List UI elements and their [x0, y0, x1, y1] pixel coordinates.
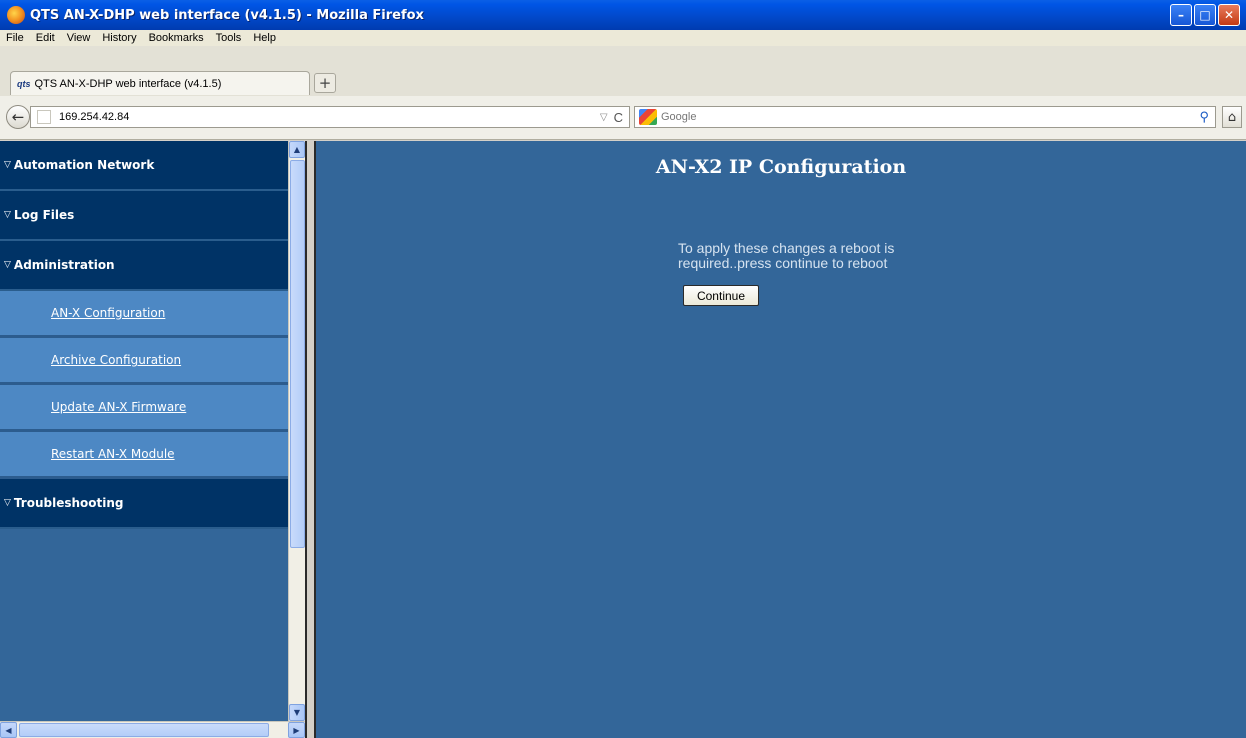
section-log-files[interactable]: ▽ Log Files: [0, 191, 288, 241]
browser-tab[interactable]: qts QTS AN-X-DHP web interface (v4.1.5): [10, 71, 310, 95]
nav-item-archive-configuration: Archive Configuration: [0, 338, 288, 385]
section-troubleshooting[interactable]: ▽ Troubleshooting: [0, 479, 288, 529]
nav-item-restart-module: Restart AN-X Module: [0, 432, 288, 479]
section-label: Administration: [13, 258, 115, 272]
archive-configuration-link[interactable]: Archive Configuration: [51, 353, 181, 367]
url-bar[interactable]: 169.254.42.84 ▽ C: [30, 106, 630, 128]
minimize-button[interactable]: –: [1170, 4, 1192, 26]
update-firmware-link[interactable]: Update AN-X Firmware: [51, 400, 186, 414]
section-administration[interactable]: ▽ Administration: [0, 241, 288, 291]
window-title-bar: QTS AN-X-DHP web interface (v4.1.5) - Mo…: [0, 0, 1246, 30]
menu-edit[interactable]: Edit: [36, 32, 55, 44]
menu-history[interactable]: History: [102, 32, 136, 44]
firefox-icon: [7, 6, 25, 24]
triangle-down-icon: ▽: [4, 260, 11, 270]
anx-configuration-link[interactable]: AN-X Configuration: [51, 306, 165, 320]
menu-file[interactable]: File: [6, 32, 24, 44]
new-tab-button[interactable]: +: [314, 73, 336, 93]
url-text: 169.254.42.84: [59, 111, 130, 123]
section-label: Log Files: [13, 208, 75, 222]
scroll-up-icon[interactable]: ▲: [289, 141, 305, 158]
main-frame: AN-X2 IP Configuration To apply these ch…: [316, 141, 1246, 738]
search-bar[interactable]: Google ⚲: [634, 106, 1216, 128]
nav-item-anx-configuration: AN-X Configuration: [0, 291, 288, 338]
navigation-bar: ← 169.254.42.84 ▽ C Google ⚲ ⌂: [0, 96, 1246, 140]
maximize-button[interactable]: □: [1194, 4, 1216, 26]
triangle-down-icon: ▽: [4, 160, 11, 170]
window-title: QTS AN-X-DHP web interface (v4.1.5) - Mo…: [30, 7, 424, 23]
search-icon[interactable]: ⚲: [1199, 109, 1209, 125]
menu-tools[interactable]: Tools: [216, 32, 242, 44]
continue-button[interactable]: Continue: [683, 285, 759, 306]
qts-favicon-icon: qts: [17, 78, 31, 89]
menu-help[interactable]: Help: [253, 32, 276, 44]
scroll-down-icon[interactable]: ▼: [289, 704, 305, 721]
tab-label: QTS AN-X-DHP web interface (v4.1.5): [34, 77, 222, 90]
triangle-down-icon: ▽: [4, 498, 11, 508]
frame-divider[interactable]: [305, 141, 316, 738]
reload-icon[interactable]: C: [614, 110, 623, 125]
scrollbar-thumb[interactable]: [19, 723, 269, 737]
restart-module-link[interactable]: Restart AN-X Module: [51, 447, 175, 461]
menu-bar: File Edit View History Bookmarks Tools H…: [0, 30, 1246, 46]
section-label: Troubleshooting: [13, 496, 124, 510]
left-frame-horizontal-scrollbar[interactable]: ◀ ▶: [0, 721, 305, 738]
home-button[interactable]: ⌂: [1222, 106, 1242, 128]
nav-item-update-firmware: Update AN-X Firmware: [0, 385, 288, 432]
url-dropdown-icon[interactable]: ▽: [600, 112, 608, 123]
page-title: AN-X2 IP Configuration: [655, 156, 907, 178]
scroll-left-icon[interactable]: ◀: [0, 722, 17, 738]
window-controls: – □ ✕: [1170, 4, 1240, 26]
scrollbar-thumb[interactable]: [290, 160, 305, 548]
page-content: ▽ Automation Network ▽ Log Files ▽ Admin…: [0, 141, 1246, 738]
reboot-notice: To apply these changes a reboot is requi…: [678, 240, 895, 271]
section-automation-network[interactable]: ▽ Automation Network: [0, 141, 288, 191]
google-engine-icon[interactable]: [639, 109, 657, 125]
search-placeholder: Google: [661, 111, 697, 123]
back-button[interactable]: ←: [6, 105, 30, 129]
close-button[interactable]: ✕: [1218, 4, 1240, 26]
section-label: Automation Network: [13, 158, 155, 172]
left-nav-frame: ▽ Automation Network ▽ Log Files ▽ Admin…: [0, 141, 288, 721]
menu-view[interactable]: View: [67, 32, 91, 44]
tab-strip: qts QTS AN-X-DHP web interface (v4.1.5) …: [0, 46, 1246, 96]
menu-bookmarks[interactable]: Bookmarks: [149, 32, 204, 44]
left-frame-vertical-scrollbar[interactable]: ▲ ▼: [288, 141, 305, 721]
triangle-down-icon: ▽: [4, 210, 11, 220]
scroll-right-icon[interactable]: ▶: [288, 722, 305, 738]
site-identity-icon[interactable]: [37, 110, 51, 124]
